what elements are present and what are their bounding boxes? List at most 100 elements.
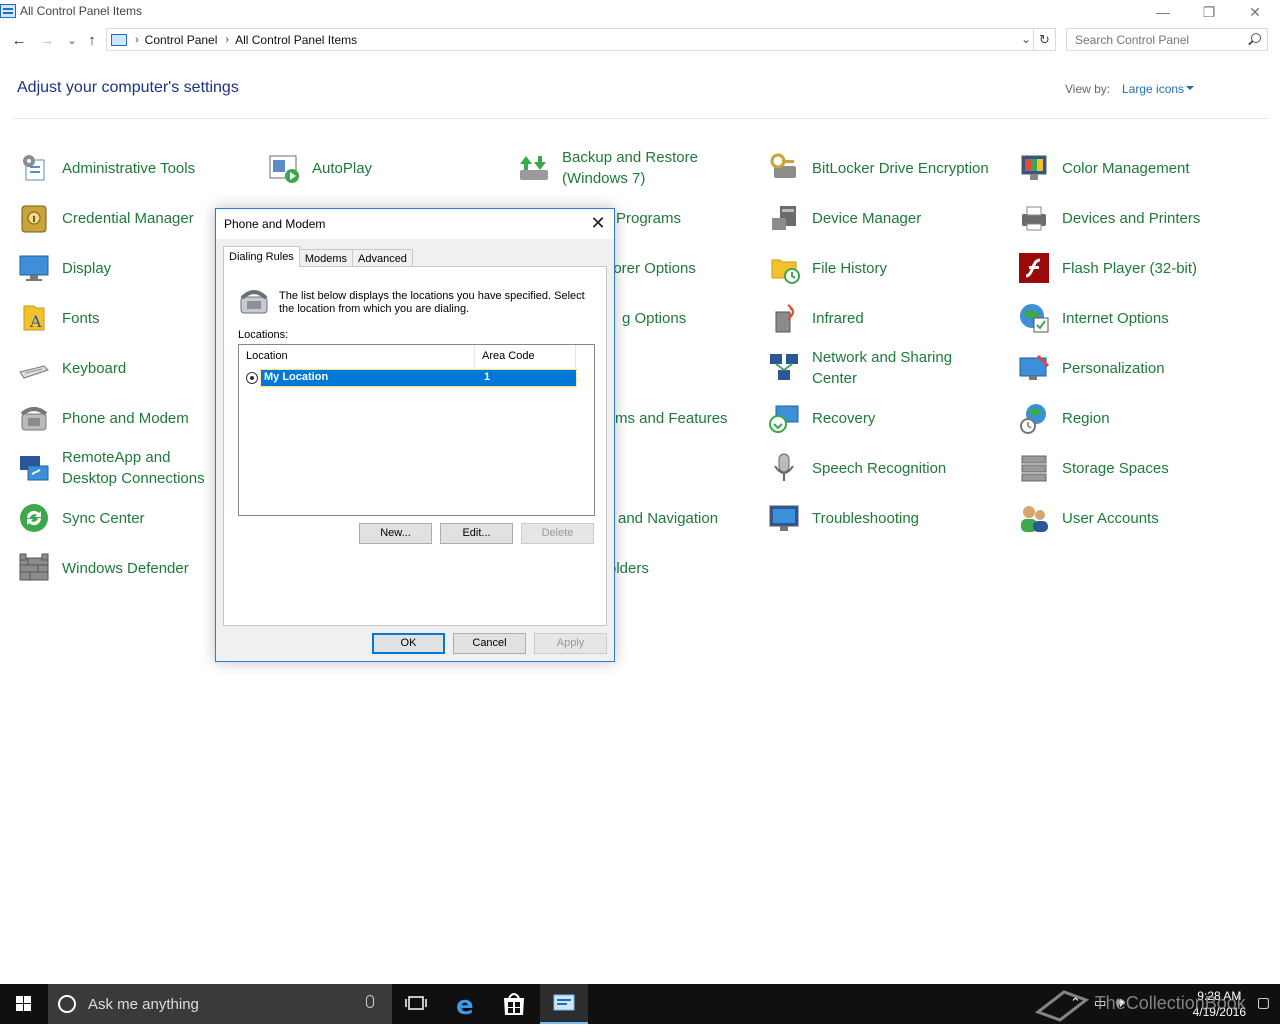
- cp-item-backup-restore[interactable]: Backup and Restore (Windows 7): [518, 146, 712, 190]
- new-location-button[interactable]: New...: [359, 523, 432, 544]
- cp-item-personalization[interactable]: Personalization: [1018, 346, 1165, 390]
- cp-item-label: Administrative Tools: [62, 159, 196, 177]
- cp-item-flash-player[interactable]: Flash Player (32-bit): [1018, 246, 1197, 290]
- chevron-right-icon: ›: [225, 33, 230, 46]
- cp-item-internet-options[interactable]: Internet Options: [1018, 296, 1169, 340]
- remoteapp-icon: [18, 452, 50, 484]
- control-panel-icon: [111, 33, 127, 46]
- apply-button[interactable]: Apply: [534, 633, 607, 654]
- search-input[interactable]: [1075, 32, 1245, 47]
- cp-item-label: Device Manager: [812, 209, 922, 227]
- cp-item-infrared[interactable]: Infrared: [768, 296, 864, 340]
- cp-item-label: Troubleshooting: [812, 509, 920, 527]
- cp-item-region[interactable]: Region: [1018, 396, 1110, 440]
- tab-advanced[interactable]: Advanced: [352, 249, 413, 267]
- cancel-button[interactable]: Cancel: [453, 633, 526, 654]
- task-view-button[interactable]: [392, 984, 440, 1024]
- cp-item-label: Internet Options: [1062, 309, 1169, 327]
- cp-item-programs[interactable]: Programs: [616, 196, 681, 240]
- cp-item-troubleshooting[interactable]: Troubleshooting: [768, 496, 919, 540]
- cp-item-credential-manager[interactable]: Credential Manager: [18, 196, 194, 240]
- cp-item-file-history[interactable]: File History: [768, 246, 887, 290]
- restore-button[interactable]: ❐: [1186, 0, 1232, 24]
- cp-item-device-manager[interactable]: Device Manager: [768, 196, 921, 240]
- up-button[interactable]: ↑: [82, 28, 102, 52]
- cp-item-recovery[interactable]: Recovery: [768, 396, 875, 440]
- internet-options-icon: [1018, 302, 1050, 334]
- action-center-icon[interactable]: ▢: [1257, 994, 1270, 1011]
- address-bar[interactable]: › Control Panel › All Control Panel Item…: [106, 28, 1034, 51]
- forward-button[interactable]: →: [37, 28, 57, 52]
- cp-item-label: Color Management: [1062, 159, 1190, 177]
- cp-item-label: Network and Sharing Center: [812, 349, 953, 387]
- cp-item-windows-defender[interactable]: Windows Defender: [18, 546, 189, 590]
- cp-item-fonts[interactable]: A Fonts: [18, 296, 100, 340]
- svg-text:e: e: [456, 991, 474, 1021]
- troubleshooting-icon: [768, 502, 800, 534]
- cp-item-programs-features[interactable]: ms and Features: [615, 396, 728, 440]
- back-button[interactable]: ←: [9, 28, 29, 52]
- search-icon[interactable]: [1251, 33, 1261, 43]
- cp-item-label: Keyboard: [62, 359, 127, 377]
- refresh-button[interactable]: ↻: [1034, 28, 1056, 51]
- backup-restore-icon: [518, 152, 550, 184]
- cp-item-label: AutoPlay: [312, 159, 373, 177]
- microphone-icon[interactable]: [366, 995, 374, 1008]
- breadcrumb-all-items[interactable]: All Control Panel Items: [235, 33, 357, 47]
- cp-item-sync-center[interactable]: Sync Center: [18, 496, 145, 540]
- cp-item-color-management[interactable]: Color Management: [1018, 146, 1190, 190]
- view-by-dropdown[interactable]: Large icons: [1122, 82, 1184, 96]
- cp-item-administrative-tools[interactable]: Administrative Tools: [18, 146, 195, 190]
- cp-item-label: Devices and Printers: [1062, 209, 1201, 227]
- store-button[interactable]: [490, 984, 538, 1024]
- breadcrumb-control-panel[interactable]: Control Panel: [145, 33, 218, 47]
- edit-location-button[interactable]: Edit...: [440, 523, 513, 544]
- column-location[interactable]: Location: [239, 345, 475, 367]
- minimize-button[interactable]: —: [1140, 0, 1186, 24]
- control-panel-icon: [553, 994, 575, 1011]
- flash-player-icon: [1018, 252, 1050, 284]
- page-title: Adjust your computer's settings: [17, 79, 239, 96]
- edge-browser-button[interactable]: e: [442, 984, 490, 1024]
- windows-defender-icon: [18, 552, 50, 584]
- view-by-label: View by:: [1065, 82, 1111, 96]
- cp-item-speech-recognition[interactable]: Speech Recognition: [768, 446, 946, 490]
- cp-item-indexing-options[interactable]: g Options: [622, 296, 686, 340]
- caret-down-icon[interactable]: [1186, 86, 1194, 90]
- column-area-code[interactable]: Area Code: [475, 345, 576, 367]
- cp-item-explorer-options[interactable]: lorer Options: [610, 246, 696, 290]
- control-panel-taskbar-button[interactable]: [540, 984, 588, 1024]
- cp-item-remoteapp[interactable]: RemoteApp and Desktop Connections: [18, 446, 222, 490]
- cp-item-bitlocker[interactable]: BitLocker Drive Encryption: [768, 146, 989, 190]
- cortana-search-box[interactable]: Ask me anything: [48, 984, 392, 1024]
- search-box[interactable]: [1066, 28, 1268, 51]
- ok-button[interactable]: OK: [372, 633, 445, 654]
- cp-item-keyboard[interactable]: Keyboard: [18, 346, 126, 390]
- dialog-close-button[interactable]: ✕: [584, 211, 612, 237]
- device-manager-icon: [768, 202, 800, 234]
- close-button[interactable]: ✕: [1232, 0, 1278, 24]
- cp-item-display[interactable]: Display: [18, 246, 111, 290]
- locations-list-header: Location Area Code: [239, 345, 576, 367]
- phone-modem-icon: [18, 402, 50, 434]
- cp-item-phone-modem[interactable]: Phone and Modem: [18, 396, 189, 440]
- cp-item-storage-spaces[interactable]: Storage Spaces: [1018, 446, 1169, 490]
- tab-modems[interactable]: Modems: [298, 249, 353, 267]
- storage-spaces-icon: [1018, 452, 1050, 484]
- cp-item-taskbar-navigation[interactable]: and Navigation: [618, 496, 718, 540]
- cp-item-user-accounts[interactable]: User Accounts: [1018, 496, 1159, 540]
- cp-item-autoplay[interactable]: AutoPlay: [268, 146, 372, 190]
- window-titlebar: All Control Panel Items — ❐ ✕: [0, 0, 1280, 24]
- bitlocker-icon: [768, 152, 800, 184]
- delete-location-button[interactable]: Delete: [521, 523, 594, 544]
- chevron-down-icon[interactable]: ⌄: [1021, 32, 1031, 46]
- cp-item-network-sharing[interactable]: Network and Sharing Center: [768, 346, 972, 390]
- tab-dialing-rules[interactable]: Dialing Rules: [223, 246, 300, 267]
- locations-list[interactable]: Location Area Code My Location 1: [238, 344, 595, 516]
- recent-locations-button[interactable]: ⌄: [62, 28, 82, 52]
- cp-item-label: BitLocker Drive Encryption: [812, 159, 989, 177]
- start-button[interactable]: [0, 984, 48, 1024]
- cp-item-label: Storage Spaces: [1062, 459, 1169, 477]
- cp-item-devices-printers[interactable]: Devices and Printers: [1018, 196, 1200, 240]
- location-row[interactable]: My Location 1: [244, 369, 577, 387]
